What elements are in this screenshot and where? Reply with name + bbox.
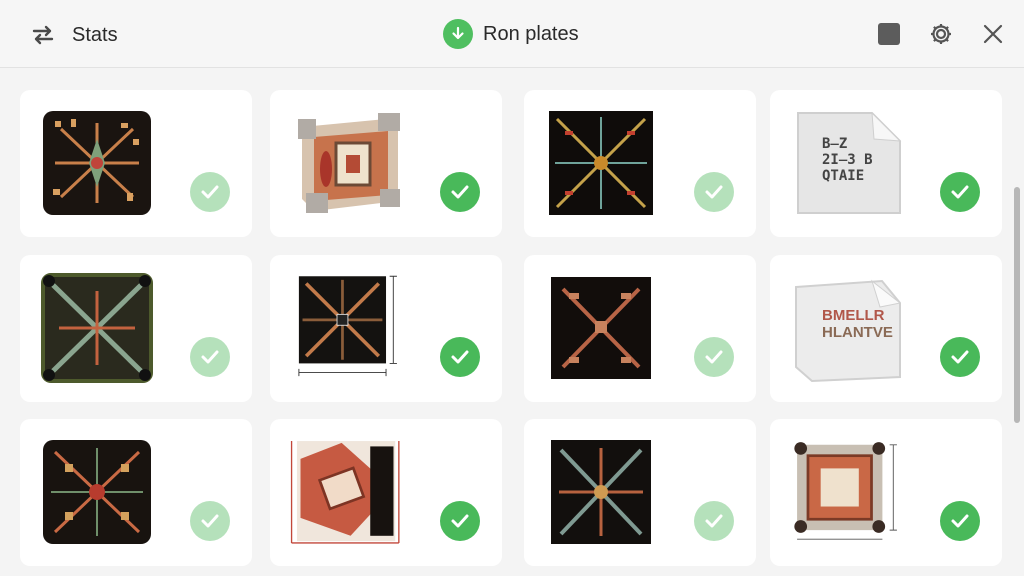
done-check-icon bbox=[190, 337, 230, 377]
thumbnail-card[interactable] bbox=[270, 90, 502, 237]
tile-cross-thumbnail bbox=[542, 104, 660, 222]
settings-button[interactable] bbox=[926, 19, 956, 49]
thumbnail-card[interactable] bbox=[20, 419, 252, 566]
paper-bag-line: QTAIE bbox=[822, 168, 865, 184]
panel-red-thumbnail bbox=[288, 433, 406, 551]
vertical-scrollbar[interactable] bbox=[1014, 187, 1020, 423]
tile-arrows-thumbnail bbox=[542, 269, 660, 387]
download-icon bbox=[443, 19, 473, 49]
title-bar-center: Ron plates bbox=[443, 19, 579, 49]
plate-bolted-thumbnail bbox=[788, 433, 906, 551]
tile-green-x-thumbnail bbox=[38, 269, 156, 387]
tile-x-dark-thumbnail bbox=[542, 433, 660, 551]
done-check-icon bbox=[694, 501, 734, 541]
paper-bag-line: BMELLR bbox=[822, 307, 885, 324]
thumbnail-card[interactable] bbox=[20, 255, 252, 402]
done-check-icon bbox=[940, 172, 980, 212]
stop-button[interactable] bbox=[874, 19, 904, 49]
paper-bag-line: HLANTVE bbox=[822, 324, 893, 341]
thumbnail-card[interactable]: BMELLR HLANTVE bbox=[770, 255, 1002, 402]
title-bar: Stats Ron plates bbox=[0, 0, 1024, 68]
sync-icon[interactable] bbox=[28, 20, 58, 50]
paper-bag-line: B̶Z bbox=[822, 136, 848, 152]
title-bar-right bbox=[874, 19, 1008, 49]
close-icon bbox=[983, 24, 1003, 44]
title-bar-left: Stats bbox=[28, 20, 118, 50]
done-check-icon bbox=[440, 501, 480, 541]
thumbnail-card[interactable] bbox=[524, 255, 756, 402]
stop-icon bbox=[878, 23, 900, 45]
paper-bag-line: 2I̶3 B bbox=[822, 152, 873, 168]
done-check-icon bbox=[694, 172, 734, 212]
thumbnail-card[interactable] bbox=[270, 419, 502, 566]
thumbnail-card[interactable] bbox=[770, 419, 1002, 566]
stats-title[interactable]: Stats bbox=[72, 24, 118, 47]
paper-bag-text: B̶Z 2I̶3 B QTAIE bbox=[822, 136, 900, 184]
thumbnail-card[interactable] bbox=[524, 90, 756, 237]
done-check-icon bbox=[190, 501, 230, 541]
thumbnail-card[interactable]: B̶Z 2I̶3 B QTAIE bbox=[770, 90, 1002, 237]
paper-bag-text: BMELLR HLANTVE bbox=[822, 307, 932, 341]
done-check-icon bbox=[940, 337, 980, 377]
done-check-icon bbox=[694, 337, 734, 377]
tile-star-thumbnail bbox=[38, 104, 156, 222]
close-button[interactable] bbox=[978, 19, 1008, 49]
thumbnail-card[interactable] bbox=[270, 255, 502, 402]
thumbnail-grid: B̶Z 2I̶3 B QTAIE BMELLR HLANTVE bbox=[0, 69, 1024, 576]
window-title: Ron plates bbox=[483, 22, 579, 45]
thumbnail-card[interactable] bbox=[524, 419, 756, 566]
done-check-icon bbox=[190, 172, 230, 212]
thumbnail-card[interactable] bbox=[20, 90, 252, 237]
tile-dimensioned-thumbnail bbox=[288, 269, 406, 387]
done-check-icon bbox=[440, 172, 480, 212]
done-check-icon bbox=[940, 501, 980, 541]
done-check-icon bbox=[440, 337, 480, 377]
tile-woven-thumbnail bbox=[38, 433, 156, 551]
frame-block-thumbnail bbox=[288, 104, 406, 222]
gear-icon bbox=[931, 24, 951, 44]
